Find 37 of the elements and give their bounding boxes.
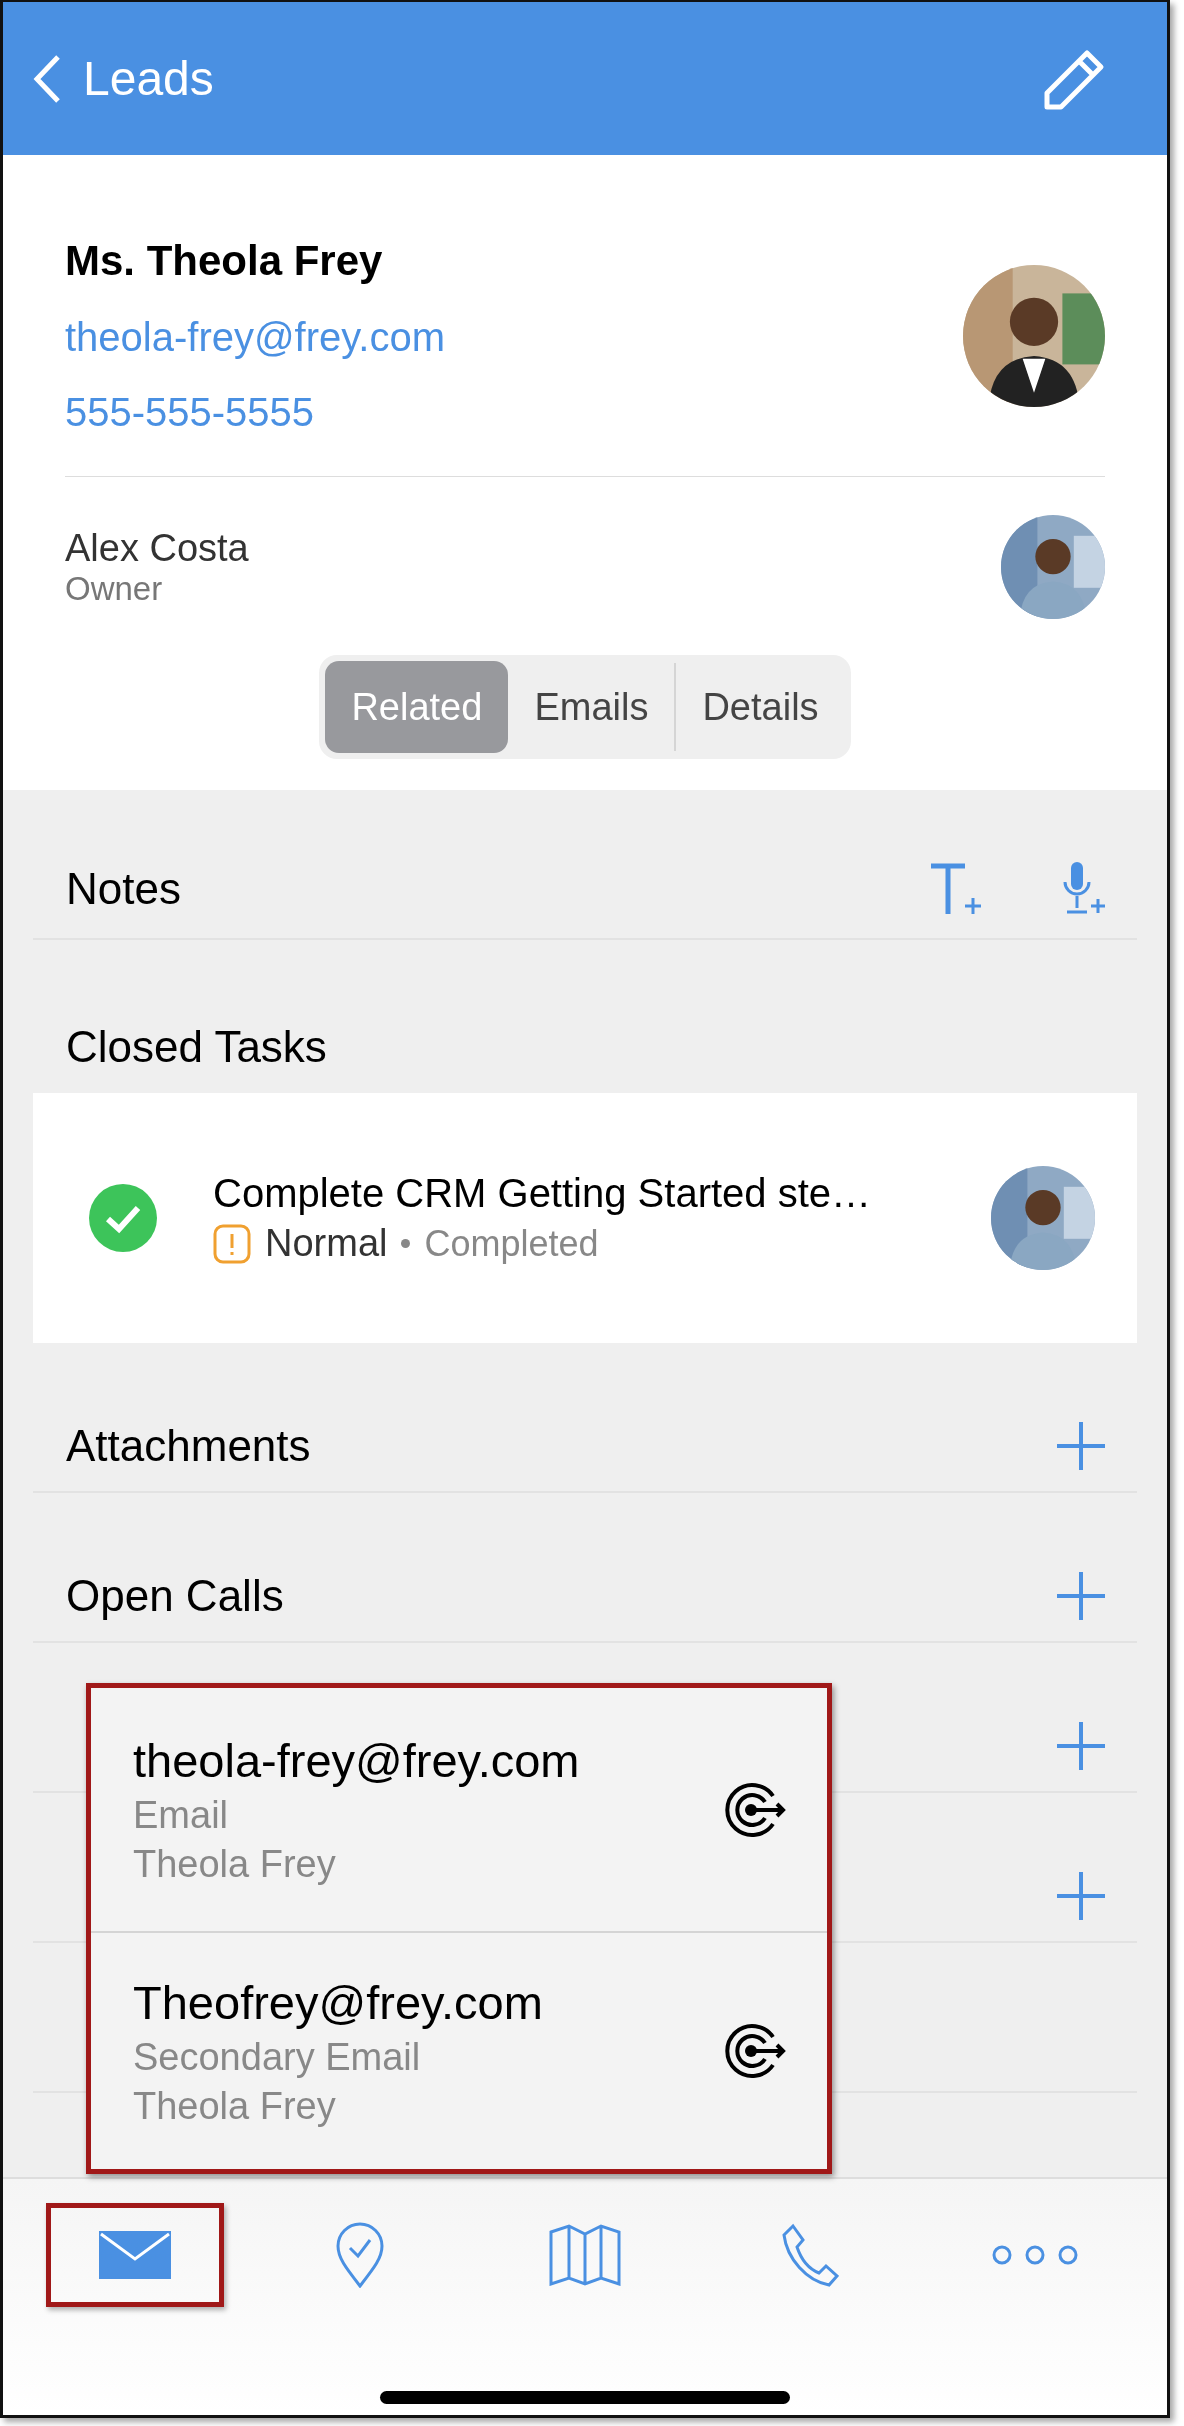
email-option[interactable]: Theofrey@frey.com Secondary Email Theola Frey	[91, 1933, 827, 2169]
email-address: Theofrey@frey.com	[133, 1974, 543, 2030]
email-option[interactable]: theola-frey@frey.com Email Theola Frey	[91, 1688, 827, 1933]
recipient-name: Theola Frey	[133, 2084, 336, 2128]
add-voice-icon[interactable]	[1063, 862, 1107, 916]
section-title: Open Calls	[66, 1570, 284, 1621]
owner-name: Alex Costa	[65, 526, 249, 570]
tab-button[interactable]	[46, 2203, 225, 2307]
section-title: Notes	[66, 864, 181, 914]
add-text-icon[interactable]	[929, 862, 983, 916]
separator-dot	[401, 1239, 411, 1248]
task-card[interactable]: Complete CRM Getting Started ste… Normal Completed	[33, 1093, 1137, 1343]
segment-tab[interactable]: Emails	[508, 661, 675, 753]
back-icon	[33, 53, 61, 104]
task-status: Completed	[424, 1222, 599, 1265]
add-icon[interactable]	[1055, 1719, 1107, 1772]
section-title: Attachments	[66, 1420, 311, 1471]
map-icon	[549, 2224, 621, 2286]
section-title: Closed Tasks	[66, 1021, 327, 1072]
location-check-icon	[336, 2222, 385, 2288]
email-address: theola-frey@frey.com	[133, 1733, 580, 1788]
contact-name: Ms. Theola Frey	[65, 236, 383, 285]
priority-icon	[213, 1223, 251, 1264]
add-icon[interactable]	[1055, 1419, 1107, 1472]
owner-label: Owner	[65, 569, 163, 608]
segment-tab[interactable]: Details	[674, 663, 845, 751]
task-title: Complete CRM Getting Started ste…	[213, 1171, 873, 1216]
task-priority: Normal	[265, 1222, 388, 1265]
add-icon[interactable]	[1055, 1869, 1107, 1922]
phone-icon	[780, 2223, 839, 2287]
more-icon	[990, 2244, 1079, 2266]
check-circle-icon[interactable]	[89, 1184, 157, 1252]
email-type: Email	[133, 1794, 229, 1837]
email-type: Secondary Email	[133, 2035, 421, 2079]
mail-icon	[99, 2231, 172, 2279]
recipient-name: Theola Frey	[133, 1843, 336, 1886]
add-icon[interactable]	[1055, 1569, 1107, 1622]
